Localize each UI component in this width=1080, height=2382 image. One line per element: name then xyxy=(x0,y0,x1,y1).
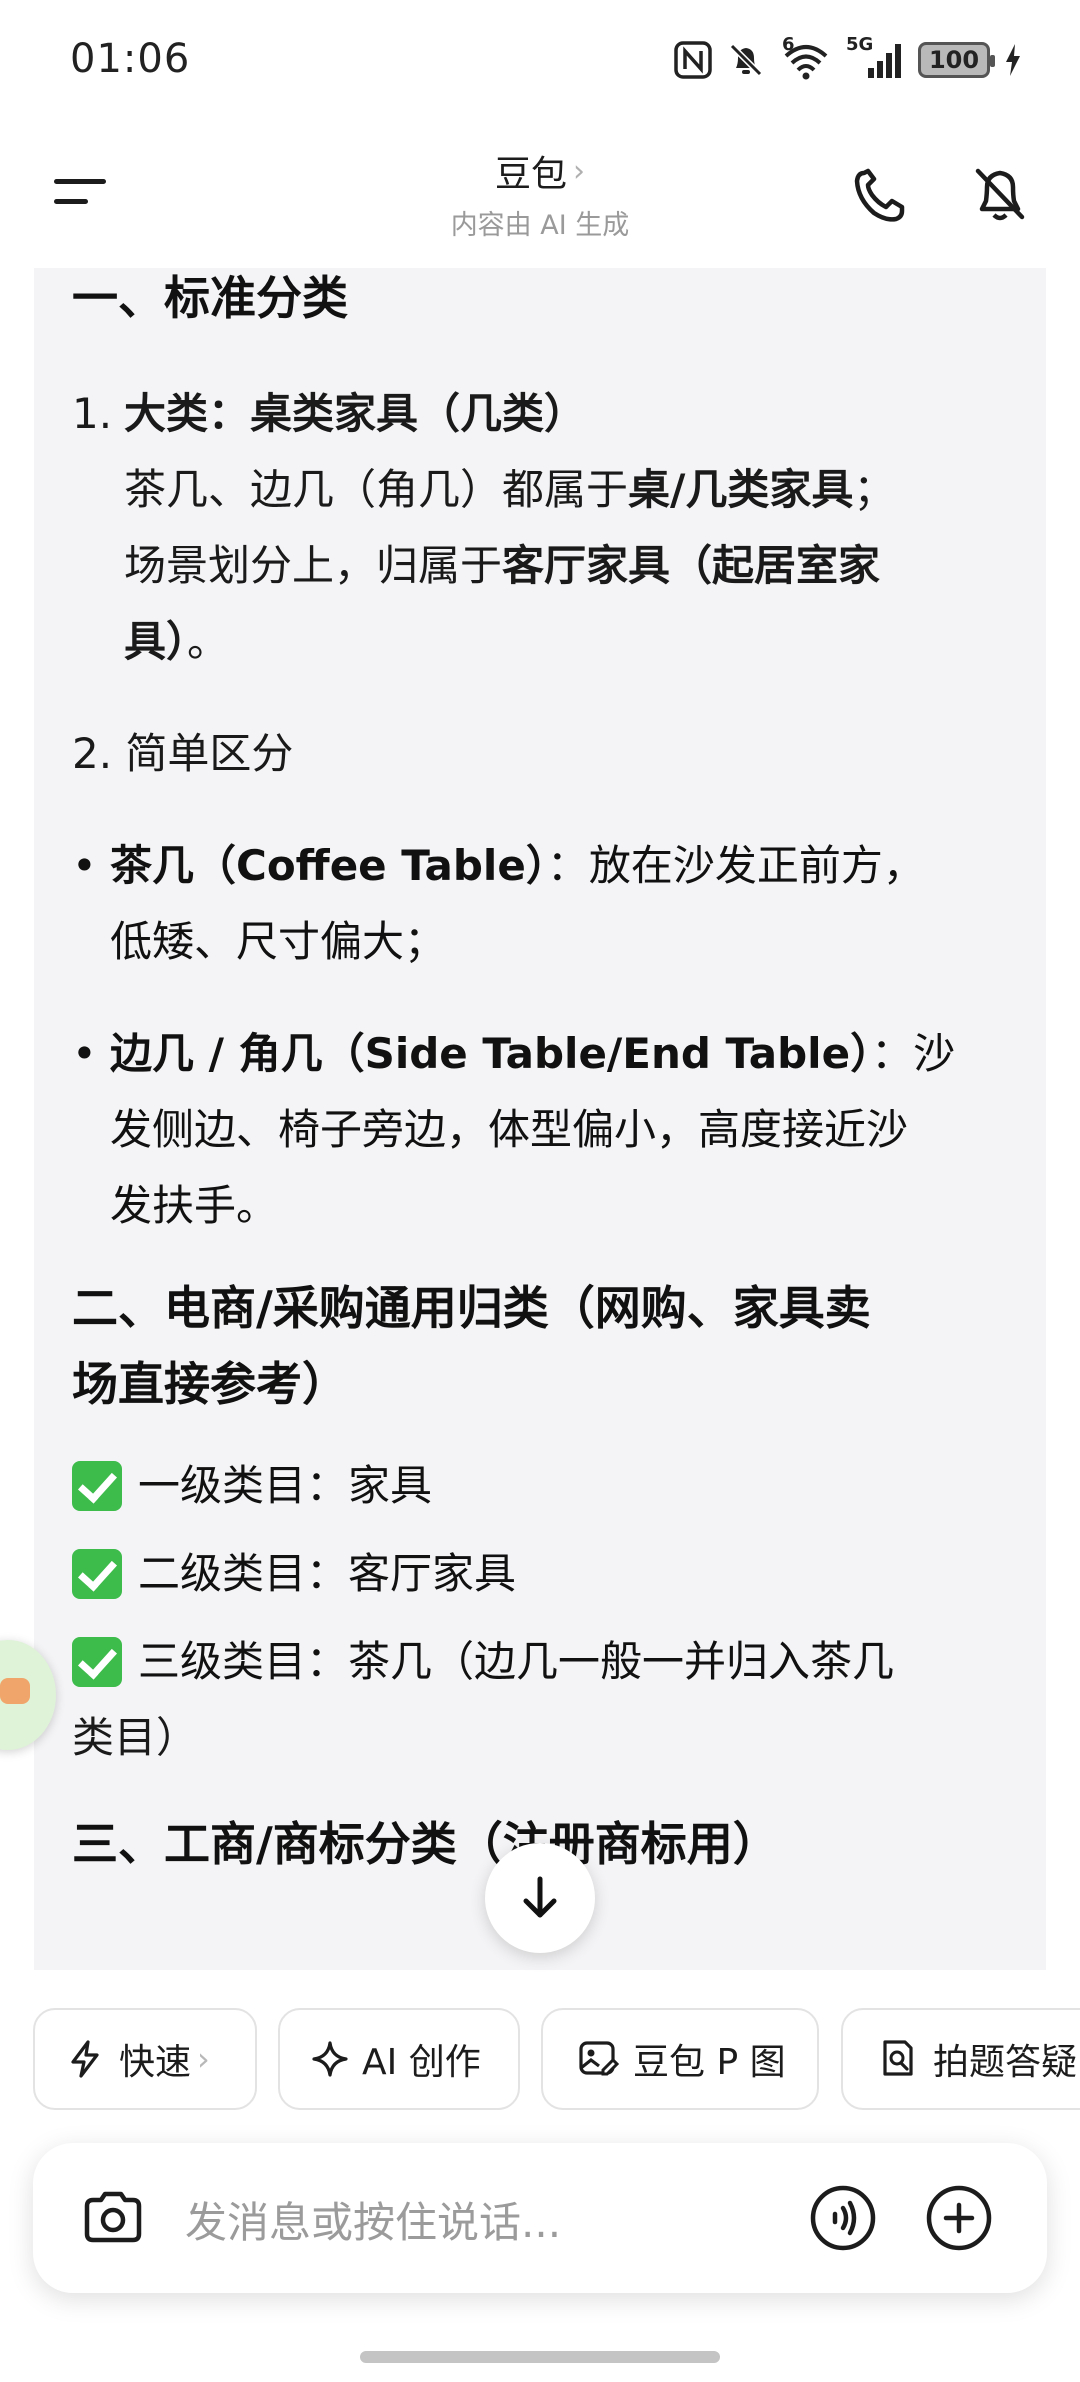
status-time: 01:06 xyxy=(70,36,191,82)
section-heading-1: 一、标准分类 xyxy=(72,271,348,325)
speaker-mute-icon xyxy=(975,168,1025,221)
bullet-coffee-table: • 茶几（Coffee Table）：放在沙发正前方， 低矮、尺寸偏大； xyxy=(72,828,1022,980)
image-edit-icon xyxy=(579,2041,619,2076)
chip-label: 豆包 P 图 xyxy=(633,2042,786,2083)
category-text: 二级类目：客厅家具 xyxy=(138,1549,517,1598)
sparkle-icon xyxy=(312,2041,348,2077)
battery-level: 100 xyxy=(928,46,980,74)
message-body: 一、标准分类 1. 大类：桌类家具（几类） 茶几、边几（角几）都属于桌/几类家具… xyxy=(72,268,1022,1882)
app-header: 豆包 › 内容由 AI 生成 xyxy=(0,125,1080,270)
bot-name: 豆包 xyxy=(494,154,567,195)
lightning-icon xyxy=(71,2040,99,2078)
category-level-3: 三级类目：茶几（边几一般一并归入茶几 xyxy=(72,1624,1022,1700)
bullet1-desc: ：放在沙发正前方， xyxy=(546,841,925,890)
assistant-message-card: 一、标准分类 1. 大类：桌类家具（几类） 茶几、边几（角几）都属于桌/几类家具… xyxy=(34,268,1046,1970)
category-level-1: 一级类目：家具 xyxy=(72,1448,1022,1524)
check-mark-icon xyxy=(72,1461,122,1511)
status-bar: 01:06 6 5G 100 xyxy=(0,0,1080,125)
status-icons: 6 5G 100 xyxy=(674,34,1022,80)
chat-title[interactable]: 豆包 › 内容由 AI 生成 xyxy=(340,145,740,242)
network-superscript: 6 xyxy=(782,34,795,55)
camera-icon xyxy=(84,2191,142,2243)
message-input-bar: 发消息或按住说话... xyxy=(33,2143,1047,2293)
voice-wave-icon xyxy=(810,2185,876,2251)
message-input[interactable]: 发消息或按住说话... xyxy=(185,2189,561,2250)
numbered-item-1: 1. 大类：桌类家具（几类） 茶几、边几（角几）都属于桌/几类家具； 场景划分上… xyxy=(72,376,1022,680)
menu-icon xyxy=(54,179,106,184)
nfc-icon xyxy=(674,41,712,79)
plus-circle-icon xyxy=(926,2185,992,2251)
bullet-dot: • xyxy=(72,841,97,890)
item1-text: 场景划分上，归属于 xyxy=(124,541,503,590)
bullet-dot: • xyxy=(72,1029,97,1078)
category-text-continued: 类目） xyxy=(72,1713,199,1762)
bullet1-term: 茶几（Coffee Table） xyxy=(110,841,547,890)
punctuation: 。 xyxy=(187,617,230,666)
phone-icon xyxy=(854,168,905,222)
bullet2-desc: 发扶手。 xyxy=(110,1181,279,1230)
chip-fast[interactable]: 快速 › xyxy=(33,2008,257,2110)
chevron-right-icon: › xyxy=(573,153,585,189)
item1-bold-scene: 客厅家具（起居室家 xyxy=(502,541,881,590)
item-number: 1. xyxy=(72,389,113,438)
wifi-icon: 6 xyxy=(780,34,832,80)
chat-screen: 01:06 6 5G 100 豆包 › 内容由 AI 生成 一、标准分类 1. … xyxy=(0,0,1080,2382)
network-label: 5G xyxy=(846,34,874,55)
add-button[interactable] xyxy=(919,2178,999,2258)
chip-ai-create[interactable]: AI 创作 xyxy=(278,2008,520,2110)
bullet1-desc: 低矮、尺寸偏大； xyxy=(110,917,447,966)
item1-title: 大类：桌类家具（几类） xyxy=(124,389,587,438)
check-mark-icon xyxy=(72,1549,122,1599)
chip-label: 拍题答疑 xyxy=(933,2042,1078,2083)
home-indicator[interactable] xyxy=(360,2351,720,2363)
chevron-right-icon: › xyxy=(197,2040,210,2078)
chip-label: 快速 xyxy=(119,2042,192,2083)
bullet2-desc: ：沙 xyxy=(871,1029,956,1078)
charging-icon xyxy=(1006,44,1020,76)
doc-search-icon xyxy=(883,2040,913,2076)
voice-button[interactable] xyxy=(803,2178,883,2258)
section-heading-2: 二、电商/采购通用归类（网购、家具卖 场直接参考） xyxy=(72,1270,1022,1422)
check-mark-icon xyxy=(72,1637,122,1687)
ai-disclaimer: 内容由 AI 生成 xyxy=(450,210,630,241)
heading-line: 二、电商/采购通用归类（网购、家具卖 xyxy=(72,1281,871,1335)
item1-bold-category: 桌/几类家具 xyxy=(628,465,854,514)
numbered-item-2: 2. 简单区分 xyxy=(72,729,294,778)
punctuation: ； xyxy=(853,465,896,514)
chip-photo-question[interactable]: 拍题答疑 xyxy=(841,2008,1080,2110)
category-text: 一级类目：家具 xyxy=(138,1461,433,1510)
category-level-2: 二级类目：客厅家具 xyxy=(72,1536,1022,1612)
item1-text: 茶几、边几（角几）都属于 xyxy=(124,465,629,514)
chip-image-edit[interactable]: 豆包 P 图 xyxy=(541,2008,819,2110)
category-text: 三级类目：茶几（边几一般一并归入茶几 xyxy=(138,1637,895,1686)
scroll-to-bottom-button[interactable] xyxy=(485,1843,595,1953)
heading-line: 场直接参考） xyxy=(72,1357,348,1411)
quick-action-chips: 快速 › AI 创作 豆包 P 图 拍题答疑 xyxy=(0,2008,1080,2112)
bullet2-term: 边几 / 角几（Side Table/End Table） xyxy=(110,1029,872,1078)
item1-bold-scene-end: 具） xyxy=(124,617,188,666)
chip-label: AI 创作 xyxy=(362,2042,481,2083)
arrow-down-icon xyxy=(523,1876,557,1918)
menu-button[interactable] xyxy=(50,165,110,225)
bullet-side-table: • 边几 / 角几（Side Table/End Table）：沙 发侧边、椅子… xyxy=(72,1016,1022,1244)
speaker-mute-button[interactable] xyxy=(960,155,1040,235)
camera-button[interactable] xyxy=(73,2178,153,2258)
call-button[interactable] xyxy=(840,155,920,235)
bullet2-desc: 发侧边、椅子旁边，体型偏小，高度接近沙 xyxy=(110,1105,909,1154)
battery-icon: 100 xyxy=(918,42,995,78)
signal-icon: 5G xyxy=(846,34,904,80)
bell-mute-icon xyxy=(729,43,763,77)
